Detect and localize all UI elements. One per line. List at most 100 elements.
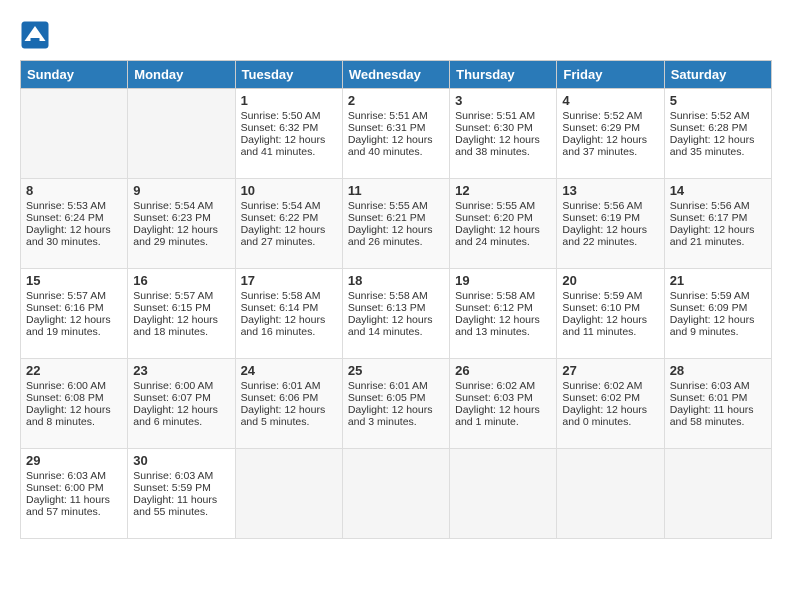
daylight: Daylight: 12 hours and 26 minutes. bbox=[348, 224, 444, 248]
daylight: Daylight: 12 hours and 5 minutes. bbox=[241, 404, 337, 428]
sunset: Sunset: 6:06 PM bbox=[241, 392, 337, 404]
day-header-saturday: Saturday bbox=[664, 61, 771, 89]
sunset: Sunset: 6:31 PM bbox=[348, 122, 444, 134]
daylight: Daylight: 11 hours and 57 minutes. bbox=[26, 494, 122, 518]
day-number: 1 bbox=[241, 93, 337, 108]
daylight: Daylight: 12 hours and 0 minutes. bbox=[562, 404, 658, 428]
day-number: 10 bbox=[241, 183, 337, 198]
sunrise: Sunrise: 6:01 AM bbox=[241, 380, 337, 392]
sunrise: Sunrise: 6:03 AM bbox=[670, 380, 766, 392]
logo-icon bbox=[20, 20, 50, 50]
calendar-cell bbox=[21, 89, 128, 179]
day-number: 4 bbox=[562, 93, 658, 108]
calendar-cell bbox=[128, 89, 235, 179]
daylight: Daylight: 12 hours and 3 minutes. bbox=[348, 404, 444, 428]
calendar-cell: 10Sunrise: 5:54 AMSunset: 6:22 PMDayligh… bbox=[235, 179, 342, 269]
sunset: Sunset: 6:13 PM bbox=[348, 302, 444, 314]
calendar-cell: 21Sunrise: 5:59 AMSunset: 6:09 PMDayligh… bbox=[664, 269, 771, 359]
day-number: 5 bbox=[670, 93, 766, 108]
daylight: Daylight: 12 hours and 1 minute. bbox=[455, 404, 551, 428]
sunset: Sunset: 6:09 PM bbox=[670, 302, 766, 314]
day-header-monday: Monday bbox=[128, 61, 235, 89]
calendar-cell: 17Sunrise: 5:58 AMSunset: 6:14 PMDayligh… bbox=[235, 269, 342, 359]
daylight: Daylight: 12 hours and 29 minutes. bbox=[133, 224, 229, 248]
daylight: Daylight: 11 hours and 58 minutes. bbox=[670, 404, 766, 428]
day-number: 29 bbox=[26, 453, 122, 468]
sunset: Sunset: 6:20 PM bbox=[455, 212, 551, 224]
daylight: Daylight: 12 hours and 27 minutes. bbox=[241, 224, 337, 248]
sunset: Sunset: 6:28 PM bbox=[670, 122, 766, 134]
logo bbox=[20, 20, 54, 50]
day-number: 21 bbox=[670, 273, 766, 288]
day-header-thursday: Thursday bbox=[450, 61, 557, 89]
calendar-cell: 1Sunrise: 5:50 AMSunset: 6:32 PMDaylight… bbox=[235, 89, 342, 179]
sunrise: Sunrise: 5:53 AM bbox=[26, 200, 122, 212]
calendar-cell: 2Sunrise: 5:51 AMSunset: 6:31 PMDaylight… bbox=[342, 89, 449, 179]
day-number: 27 bbox=[562, 363, 658, 378]
day-number: 23 bbox=[133, 363, 229, 378]
day-number: 3 bbox=[455, 93, 551, 108]
daylight: Daylight: 12 hours and 16 minutes. bbox=[241, 314, 337, 338]
daylight: Daylight: 12 hours and 35 minutes. bbox=[670, 134, 766, 158]
daylight: Daylight: 12 hours and 9 minutes. bbox=[670, 314, 766, 338]
daylight: Daylight: 12 hours and 11 minutes. bbox=[562, 314, 658, 338]
sunset: Sunset: 6:05 PM bbox=[348, 392, 444, 404]
day-number: 19 bbox=[455, 273, 551, 288]
calendar-cell: 25Sunrise: 6:01 AMSunset: 6:05 PMDayligh… bbox=[342, 359, 449, 449]
sunrise: Sunrise: 6:02 AM bbox=[562, 380, 658, 392]
day-number: 16 bbox=[133, 273, 229, 288]
calendar-cell: 28 Sunrise: 6:03 AMSunset: 6:01 PMDayligh… bbox=[664, 359, 771, 449]
daylight: Daylight: 12 hours and 40 minutes. bbox=[348, 134, 444, 158]
calendar-cell: 9 Sunrise: 5:54 AMSunset: 6:23 PMDaylight… bbox=[128, 179, 235, 269]
sunrise: Sunrise: 5:55 AM bbox=[455, 200, 551, 212]
sunset: Sunset: 6:32 PM bbox=[241, 122, 337, 134]
calendar-cell: 24Sunrise: 6:01 AMSunset: 6:06 PMDayligh… bbox=[235, 359, 342, 449]
sunrise: Sunrise: 5:52 AM bbox=[670, 110, 766, 122]
calendar-cell bbox=[450, 449, 557, 539]
header bbox=[20, 20, 772, 50]
sunrise: Sunrise: 6:00 AM bbox=[26, 380, 122, 392]
daylight: Daylight: 12 hours and 21 minutes. bbox=[670, 224, 766, 248]
sunrise: Sunrise: 5:51 AM bbox=[455, 110, 551, 122]
sunset: Sunset: 6:00 PM bbox=[26, 482, 122, 494]
sunset: Sunset: 6:17 PM bbox=[670, 212, 766, 224]
week-row-1: 1Sunrise: 5:50 AMSunset: 6:32 PMDaylight… bbox=[21, 89, 772, 179]
daylight: Daylight: 12 hours and 38 minutes. bbox=[455, 134, 551, 158]
day-number: 30 bbox=[133, 453, 229, 468]
sunrise: Sunrise: 6:02 AM bbox=[455, 380, 551, 392]
week-row-2: 8Sunrise: 5:53 AMSunset: 6:24 PMDaylight… bbox=[21, 179, 772, 269]
sunset: Sunset: 6:08 PM bbox=[26, 392, 122, 404]
daylight: Daylight: 12 hours and 22 minutes. bbox=[562, 224, 658, 248]
sunset: Sunset: 6:10 PM bbox=[562, 302, 658, 314]
daylight: Daylight: 12 hours and 13 minutes. bbox=[455, 314, 551, 338]
sunrise: Sunrise: 5:54 AM bbox=[241, 200, 337, 212]
sunrise: Sunrise: 6:00 AM bbox=[133, 380, 229, 392]
sunset: Sunset: 6:30 PM bbox=[455, 122, 551, 134]
days-header-row: SundayMondayTuesdayWednesdayThursdayFrid… bbox=[21, 61, 772, 89]
calendar-cell: 22Sunrise: 6:00 AMSunset: 6:08 PMDayligh… bbox=[21, 359, 128, 449]
calendar-cell: 12Sunrise: 5:55 AMSunset: 6:20 PMDayligh… bbox=[450, 179, 557, 269]
calendar-table: SundayMondayTuesdayWednesdayThursdayFrid… bbox=[20, 60, 772, 539]
sunset: Sunset: 6:23 PM bbox=[133, 212, 229, 224]
sunrise: Sunrise: 5:57 AM bbox=[26, 290, 122, 302]
calendar-cell: 19Sunrise: 5:58 AMSunset: 6:12 PMDayligh… bbox=[450, 269, 557, 359]
calendar-cell: 18Sunrise: 5:58 AMSunset: 6:13 PMDayligh… bbox=[342, 269, 449, 359]
day-number: 9 bbox=[133, 183, 229, 198]
sunset: Sunset: 6:01 PM bbox=[670, 392, 766, 404]
daylight: Daylight: 11 hours and 55 minutes. bbox=[133, 494, 229, 518]
sunset: Sunset: 6:02 PM bbox=[562, 392, 658, 404]
daylight: Daylight: 12 hours and 19 minutes. bbox=[26, 314, 122, 338]
week-row-3: 15Sunrise: 5:57 AMSunset: 6:16 PMDayligh… bbox=[21, 269, 772, 359]
day-number: 13 bbox=[562, 183, 658, 198]
sunset: Sunset: 6:29 PM bbox=[562, 122, 658, 134]
sunrise: Sunrise: 5:54 AM bbox=[133, 200, 229, 212]
day-header-sunday: Sunday bbox=[21, 61, 128, 89]
day-header-friday: Friday bbox=[557, 61, 664, 89]
day-number: 15 bbox=[26, 273, 122, 288]
sunrise: Sunrise: 5:58 AM bbox=[348, 290, 444, 302]
day-number: 28 bbox=[670, 363, 766, 378]
day-number: 14 bbox=[670, 183, 766, 198]
daylight: Daylight: 12 hours and 18 minutes. bbox=[133, 314, 229, 338]
day-header-wednesday: Wednesday bbox=[342, 61, 449, 89]
calendar-cell bbox=[557, 449, 664, 539]
